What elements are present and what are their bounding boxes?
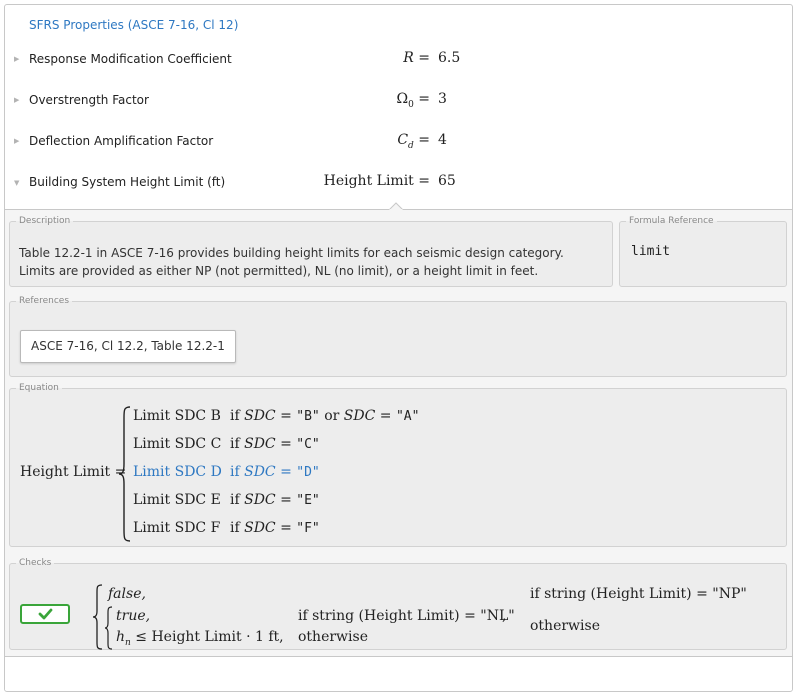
checks-inner-brace-icon xyxy=(104,606,113,650)
checks-inner-otherwise: otherwise xyxy=(298,629,368,645)
property-label: Response Modification Coefficient xyxy=(29,52,232,66)
property-label: Deflection Amplification Factor xyxy=(29,134,214,148)
checks-legend: Checks xyxy=(19,558,52,568)
equation-case-c: Limit SDC C if SDC = "C" xyxy=(133,436,320,452)
formula-reference-legend: Formula Reference xyxy=(629,216,714,226)
expand-triangle-icon[interactable]: ▶ xyxy=(14,96,19,104)
collapse-triangle-icon[interactable]: ▼ xyxy=(14,179,19,187)
property-row-cd[interactable]: ▶ Deflection Amplification Factor Cd = 4 xyxy=(5,132,792,175)
checks-nl-condition: if string (Height Limit) = "NL" xyxy=(298,608,515,624)
expand-triangle-icon[interactable]: ▶ xyxy=(14,55,19,63)
equation-case-d-active: Limit SDC D if SDC = "D" xyxy=(133,464,320,480)
checks-np-condition: if string (Height Limit) = "NP" xyxy=(530,586,747,602)
property-row-omega[interactable]: ▶ Overstrength Factor Ω0 = 3 xyxy=(5,91,792,134)
formula-reference-fieldset: Formula Reference limit xyxy=(619,216,787,287)
property-symbol: Height Limit = xyxy=(323,173,430,189)
expand-triangle-icon[interactable]: ▶ xyxy=(14,137,19,145)
section-title-link[interactable]: SFRS Properties (ASCE 7-16, Cl 12) xyxy=(29,18,238,32)
checks-height-comparison: hn ≤ Height Limit · 1 ft, xyxy=(116,629,284,648)
equation-left-brace-icon xyxy=(118,406,131,542)
property-symbol: R = xyxy=(403,50,430,66)
property-symbol: Ω0 = xyxy=(396,91,430,110)
references-fieldset: References ASCE 7-16, Cl 12.2, Table 12.… xyxy=(9,296,787,377)
checks-true-branch: true, xyxy=(116,608,151,624)
checks-outer-brace-icon xyxy=(92,584,103,650)
property-symbol: Cd = xyxy=(397,132,430,151)
check-status-button[interactable] xyxy=(20,604,70,624)
formula-reference-value: limit xyxy=(631,244,671,259)
checks-fieldset: Checks false, true, hn ≤ Height Limit · … xyxy=(9,558,787,650)
bottom-bar xyxy=(5,659,792,690)
property-row-r[interactable]: ▶ Response Modification Coefficient R = … xyxy=(5,50,792,93)
property-value: 4 xyxy=(438,132,447,148)
reference-button[interactable]: ASCE 7-16, Cl 12.2, Table 12.2-1 xyxy=(20,330,236,363)
description-legend: Description xyxy=(19,216,71,226)
equation-case-b: Limit SDC B if SDC = "B" or SDC = "A" xyxy=(133,408,420,424)
property-value: 65 xyxy=(438,173,456,189)
property-label: Building System Height Limit (ft) xyxy=(29,175,226,189)
description-text: Table 12.2-1 in ASCE 7-16 provides build… xyxy=(19,246,564,278)
detail-pointer-icon xyxy=(389,202,403,210)
references-legend: References xyxy=(19,296,70,306)
checkmark-icon xyxy=(38,608,53,620)
detail-panel: Description Table 12.2-1 in ASCE 7-16 pr… xyxy=(5,209,792,657)
equation-case-e: Limit SDC E if SDC = "E" xyxy=(133,492,320,508)
description-fieldset: Description Table 12.2-1 in ASCE 7-16 pr… xyxy=(9,216,613,287)
property-value: 6.5 xyxy=(438,50,461,66)
equation-legend: Equation xyxy=(19,383,59,393)
property-label: Overstrength Factor xyxy=(29,93,149,107)
equation-case-f: Limit SDC F if SDC = "F" xyxy=(133,520,320,536)
checks-outer-otherwise: otherwise xyxy=(530,618,600,634)
equation-lhs: Height Limit = xyxy=(20,464,127,480)
property-value: 3 xyxy=(438,91,447,107)
equation-fieldset: Equation Height Limit = Limit SDC B if S… xyxy=(9,383,787,547)
checks-false-branch: false, xyxy=(108,586,146,602)
checks-comma: , xyxy=(502,608,507,624)
